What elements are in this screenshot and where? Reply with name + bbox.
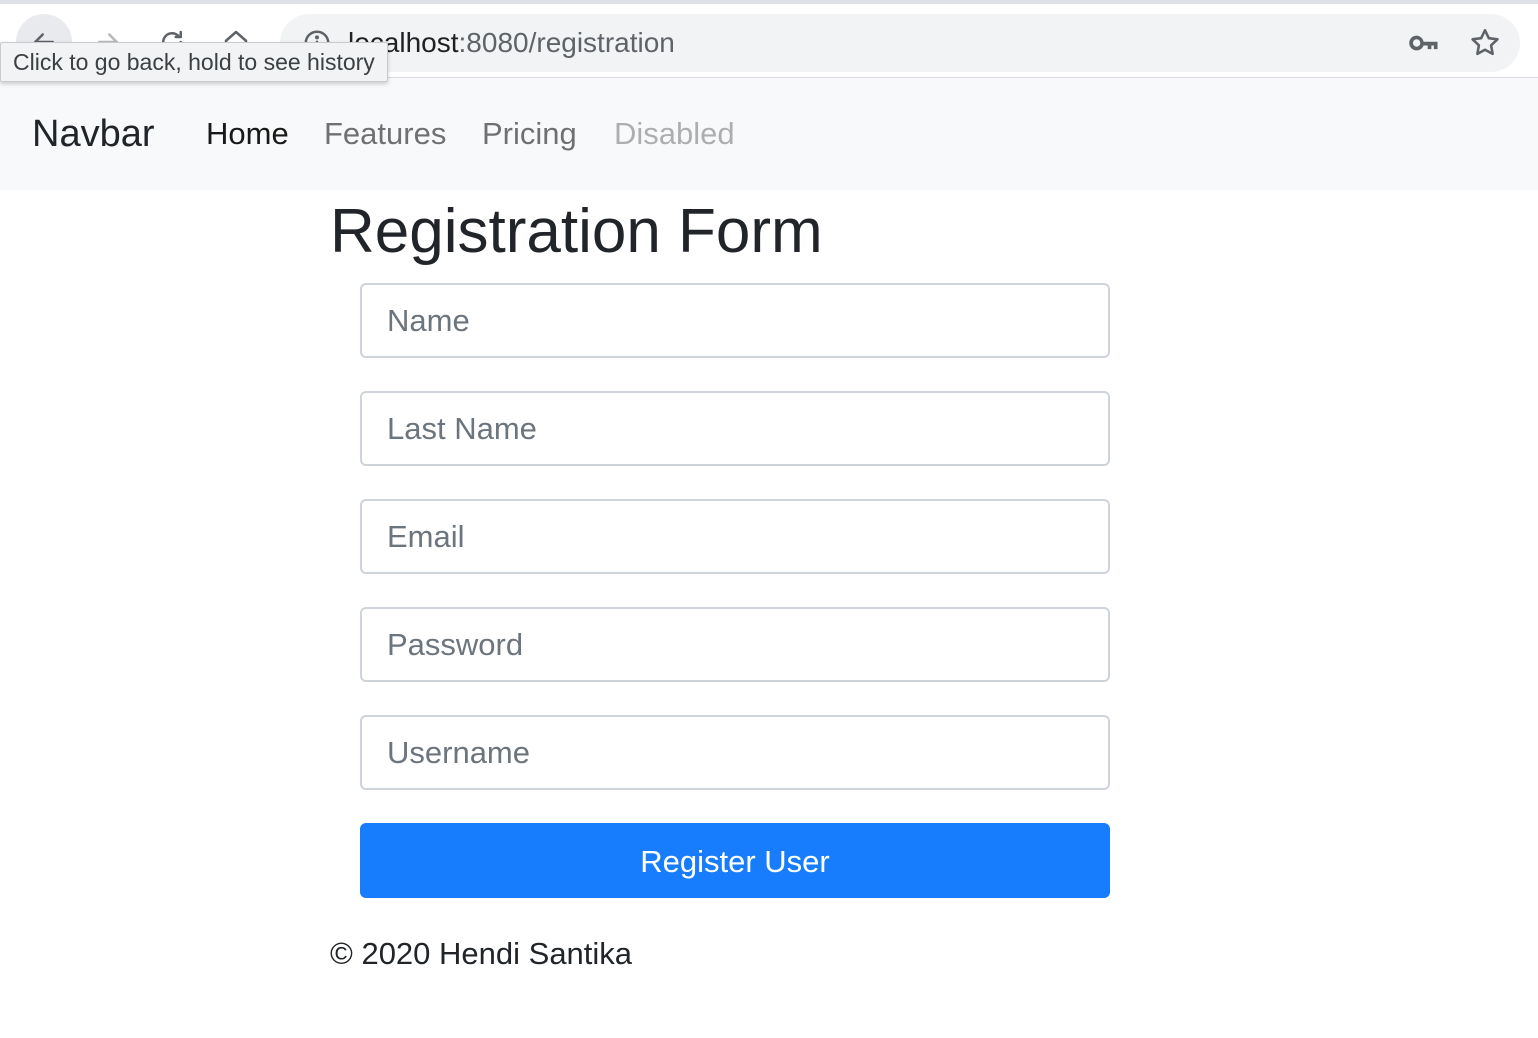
star-icon[interactable] xyxy=(1468,26,1502,60)
url-text: localhost:8080/registration xyxy=(348,26,675,60)
nav-link-features[interactable]: Features xyxy=(324,114,446,154)
back-button-tooltip: Click to go back, hold to see history xyxy=(0,42,388,82)
email-input[interactable] xyxy=(360,499,1110,574)
footer-copyright: © 2020 Hendi Santika xyxy=(330,936,633,971)
address-bar[interactable]: localhost:8080/registration xyxy=(280,14,1520,72)
nav-link-disabled: Disabled xyxy=(614,116,735,151)
navbar-brand[interactable]: Navbar xyxy=(32,110,155,158)
username-input[interactable] xyxy=(360,715,1110,790)
url-path: :8080/registration xyxy=(458,27,675,58)
last-name-input[interactable] xyxy=(360,391,1110,466)
browser-toolbar: localhost:8080/registration Click to go … xyxy=(0,0,1538,82)
register-user-button[interactable]: Register User xyxy=(360,823,1110,898)
nav-link-pricing[interactable]: Pricing xyxy=(482,114,577,154)
key-icon[interactable] xyxy=(1408,28,1440,58)
name-input[interactable] xyxy=(360,283,1110,358)
password-input[interactable] xyxy=(360,607,1110,682)
page-title: Registration Form xyxy=(330,197,823,266)
navbar: Navbar Home Features Pricing Disabled xyxy=(0,78,1538,190)
nav-link-home[interactable]: Home xyxy=(206,114,289,154)
